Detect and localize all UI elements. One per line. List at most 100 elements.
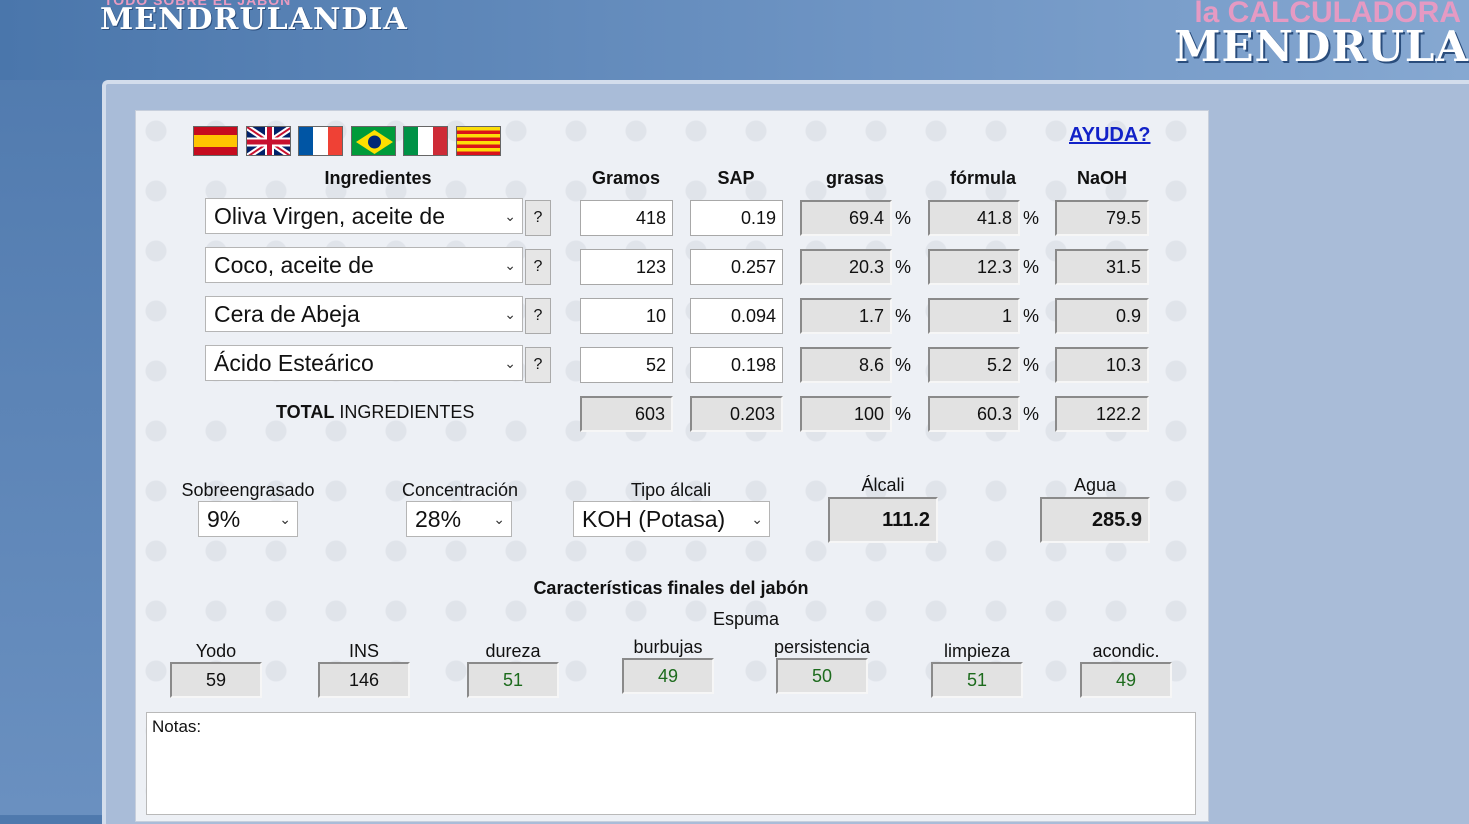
dureza-value: 51: [467, 662, 559, 698]
percent-sign: %: [1023, 355, 1040, 375]
spain-flag-icon[interactable]: [193, 126, 238, 156]
col-header-grasas: grasas: [825, 168, 885, 188]
uk-flag-icon[interactable]: [246, 126, 291, 156]
ingredient-help-button-2[interactable]: ?: [525, 249, 551, 285]
naoh-value-3: 0.9: [1055, 298, 1149, 334]
percent-sign: %: [895, 208, 912, 228]
col-header-gramos: Gramos: [591, 168, 661, 188]
concentracion-select[interactable]: 28% ⌄: [406, 501, 512, 537]
chevron-down-icon: ⌄: [504, 306, 516, 322]
acondic-value: 49: [1080, 662, 1172, 698]
concentracion-value: 28%: [415, 506, 462, 532]
percent-sign: %: [1023, 306, 1040, 326]
col-header-naoh: NaOH: [1076, 168, 1127, 188]
espuma-label: Espuma: [712, 609, 780, 629]
formula-value-2: 12.3: [928, 249, 1020, 285]
percent-sign: %: [1023, 208, 1040, 228]
total-label-bold: TOTAL: [276, 402, 335, 422]
col-header-sap: SAP: [717, 168, 755, 188]
sobreengrasado-label: Sobreengrasado: [181, 480, 315, 500]
ingredient-help-button-4[interactable]: ?: [525, 347, 551, 383]
sobreengrasado-select[interactable]: 9% ⌄: [198, 501, 298, 537]
france-flag-icon[interactable]: [298, 126, 343, 156]
grasas-value-4: 8.6: [800, 347, 892, 383]
formula-value-3: 1: [928, 298, 1020, 334]
grasas-value-2: 20.3: [800, 249, 892, 285]
sap-input-3[interactable]: 0.094: [690, 298, 783, 334]
percent-sign: %: [895, 355, 912, 375]
formula-value-4: 5.2: [928, 347, 1020, 383]
acondic-label: acondic.: [1092, 641, 1160, 661]
chevron-down-icon: ⌄: [504, 355, 516, 371]
gramos-input-2[interactable]: 123: [580, 249, 673, 285]
col-header-ingredientes: Ingredientes: [324, 168, 432, 188]
agua-label: Agua: [1073, 475, 1117, 495]
percent-sign: %: [1023, 257, 1040, 277]
site-logo[interactable]: MENDRULANDIA: [100, 2, 408, 37]
burbujas-value: 49: [622, 658, 714, 694]
sap-input-2[interactable]: 0.257: [690, 249, 783, 285]
concentracion-label: Concentración: [401, 480, 519, 500]
gramos-input-4[interactable]: 52: [580, 347, 673, 383]
sap-input-1[interactable]: 0.19: [690, 200, 783, 236]
naoh-value-2: 31.5: [1055, 249, 1149, 285]
formula-value-1: 41.8: [928, 200, 1020, 236]
total-label: TOTAL INGREDIENTES: [276, 402, 474, 423]
agua-value: 285.9: [1040, 497, 1150, 543]
total-grasas: 100: [800, 396, 892, 432]
tipo-alcali-select[interactable]: KOH (Potasa) ⌄: [573, 501, 770, 537]
chevron-down-icon: ⌄: [751, 511, 763, 527]
ingredient-select-1[interactable]: Oliva Virgen, aceite de ⌄: [205, 198, 523, 234]
total-formula: 60.3: [928, 396, 1020, 432]
grasas-value-1: 69.4: [800, 200, 892, 236]
grasas-value-3: 1.7: [800, 298, 892, 334]
notes-textarea[interactable]: Notas:: [146, 712, 1196, 815]
characteristics-title: Características finales del jabón: [533, 578, 809, 598]
ingredient-help-button-3[interactable]: ?: [525, 298, 551, 334]
header-banner: TODO SOBRE EL JABÓN MENDRULANDIA la CALC…: [0, 0, 1469, 80]
naoh-value-4: 10.3: [1055, 347, 1149, 383]
chevron-down-icon: ⌄: [504, 257, 516, 273]
chevron-down-icon: ⌄: [493, 511, 505, 527]
burbujas-label: burbujas: [633, 637, 703, 657]
ingredient-select-4[interactable]: Ácido Esteárico ⌄: [205, 345, 523, 381]
percent-sign: %: [895, 257, 912, 277]
persistencia-value: 50: [776, 658, 868, 694]
ingredient-select-value: Coco, aceite de: [214, 252, 374, 278]
brazil-flag-icon[interactable]: [351, 126, 396, 156]
total-label-rest: INGREDIENTES: [334, 402, 475, 422]
sap-input-4[interactable]: 0.198: [690, 347, 783, 383]
alcali-label: Álcali: [861, 475, 905, 495]
total-sap: 0.203: [690, 396, 783, 432]
ins-value: 146: [318, 662, 410, 698]
limpieza-value: 51: [931, 662, 1023, 698]
naoh-value-1: 79.5: [1055, 200, 1149, 236]
ins-label: INS: [348, 641, 379, 661]
tipo-alcali-value: KOH (Potasa): [582, 506, 726, 532]
tipo-alcali-label: Tipo álcali: [630, 480, 712, 500]
percent-sign: %: [895, 404, 912, 424]
catalonia-flag-icon[interactable]: [456, 126, 501, 156]
help-link[interactable]: AYUDA?: [1069, 124, 1151, 147]
ingredient-help-button-1[interactable]: ?: [525, 200, 551, 236]
ingredient-select-value: Ácido Esteárico: [214, 350, 374, 376]
percent-sign: %: [1023, 404, 1040, 424]
italy-flag-icon[interactable]: [403, 126, 448, 156]
chevron-down-icon: ⌄: [279, 511, 291, 527]
yodo-label: Yodo: [195, 641, 237, 661]
yodo-value: 59: [170, 662, 262, 698]
sobreengrasado-value: 9%: [207, 506, 241, 532]
ingredient-select-2[interactable]: Coco, aceite de ⌄: [205, 247, 523, 283]
ingredient-select-value: Cera de Abeja: [214, 301, 360, 327]
ingredient-select-3[interactable]: Cera de Abeja ⌄: [205, 296, 523, 332]
gramos-input-1[interactable]: 418: [580, 200, 673, 236]
percent-sign: %: [895, 306, 912, 326]
total-naoh: 122.2: [1055, 396, 1149, 432]
calculator-logo: MENDRULA: [1174, 22, 1469, 71]
gramos-input-3[interactable]: 10: [580, 298, 673, 334]
alcali-value: 111.2: [828, 497, 938, 543]
ingredient-select-value: Oliva Virgen, aceite de: [214, 203, 445, 229]
limpieza-label: limpieza: [943, 641, 1011, 661]
persistencia-label: persistencia: [773, 637, 871, 657]
chevron-down-icon: ⌄: [504, 208, 516, 224]
